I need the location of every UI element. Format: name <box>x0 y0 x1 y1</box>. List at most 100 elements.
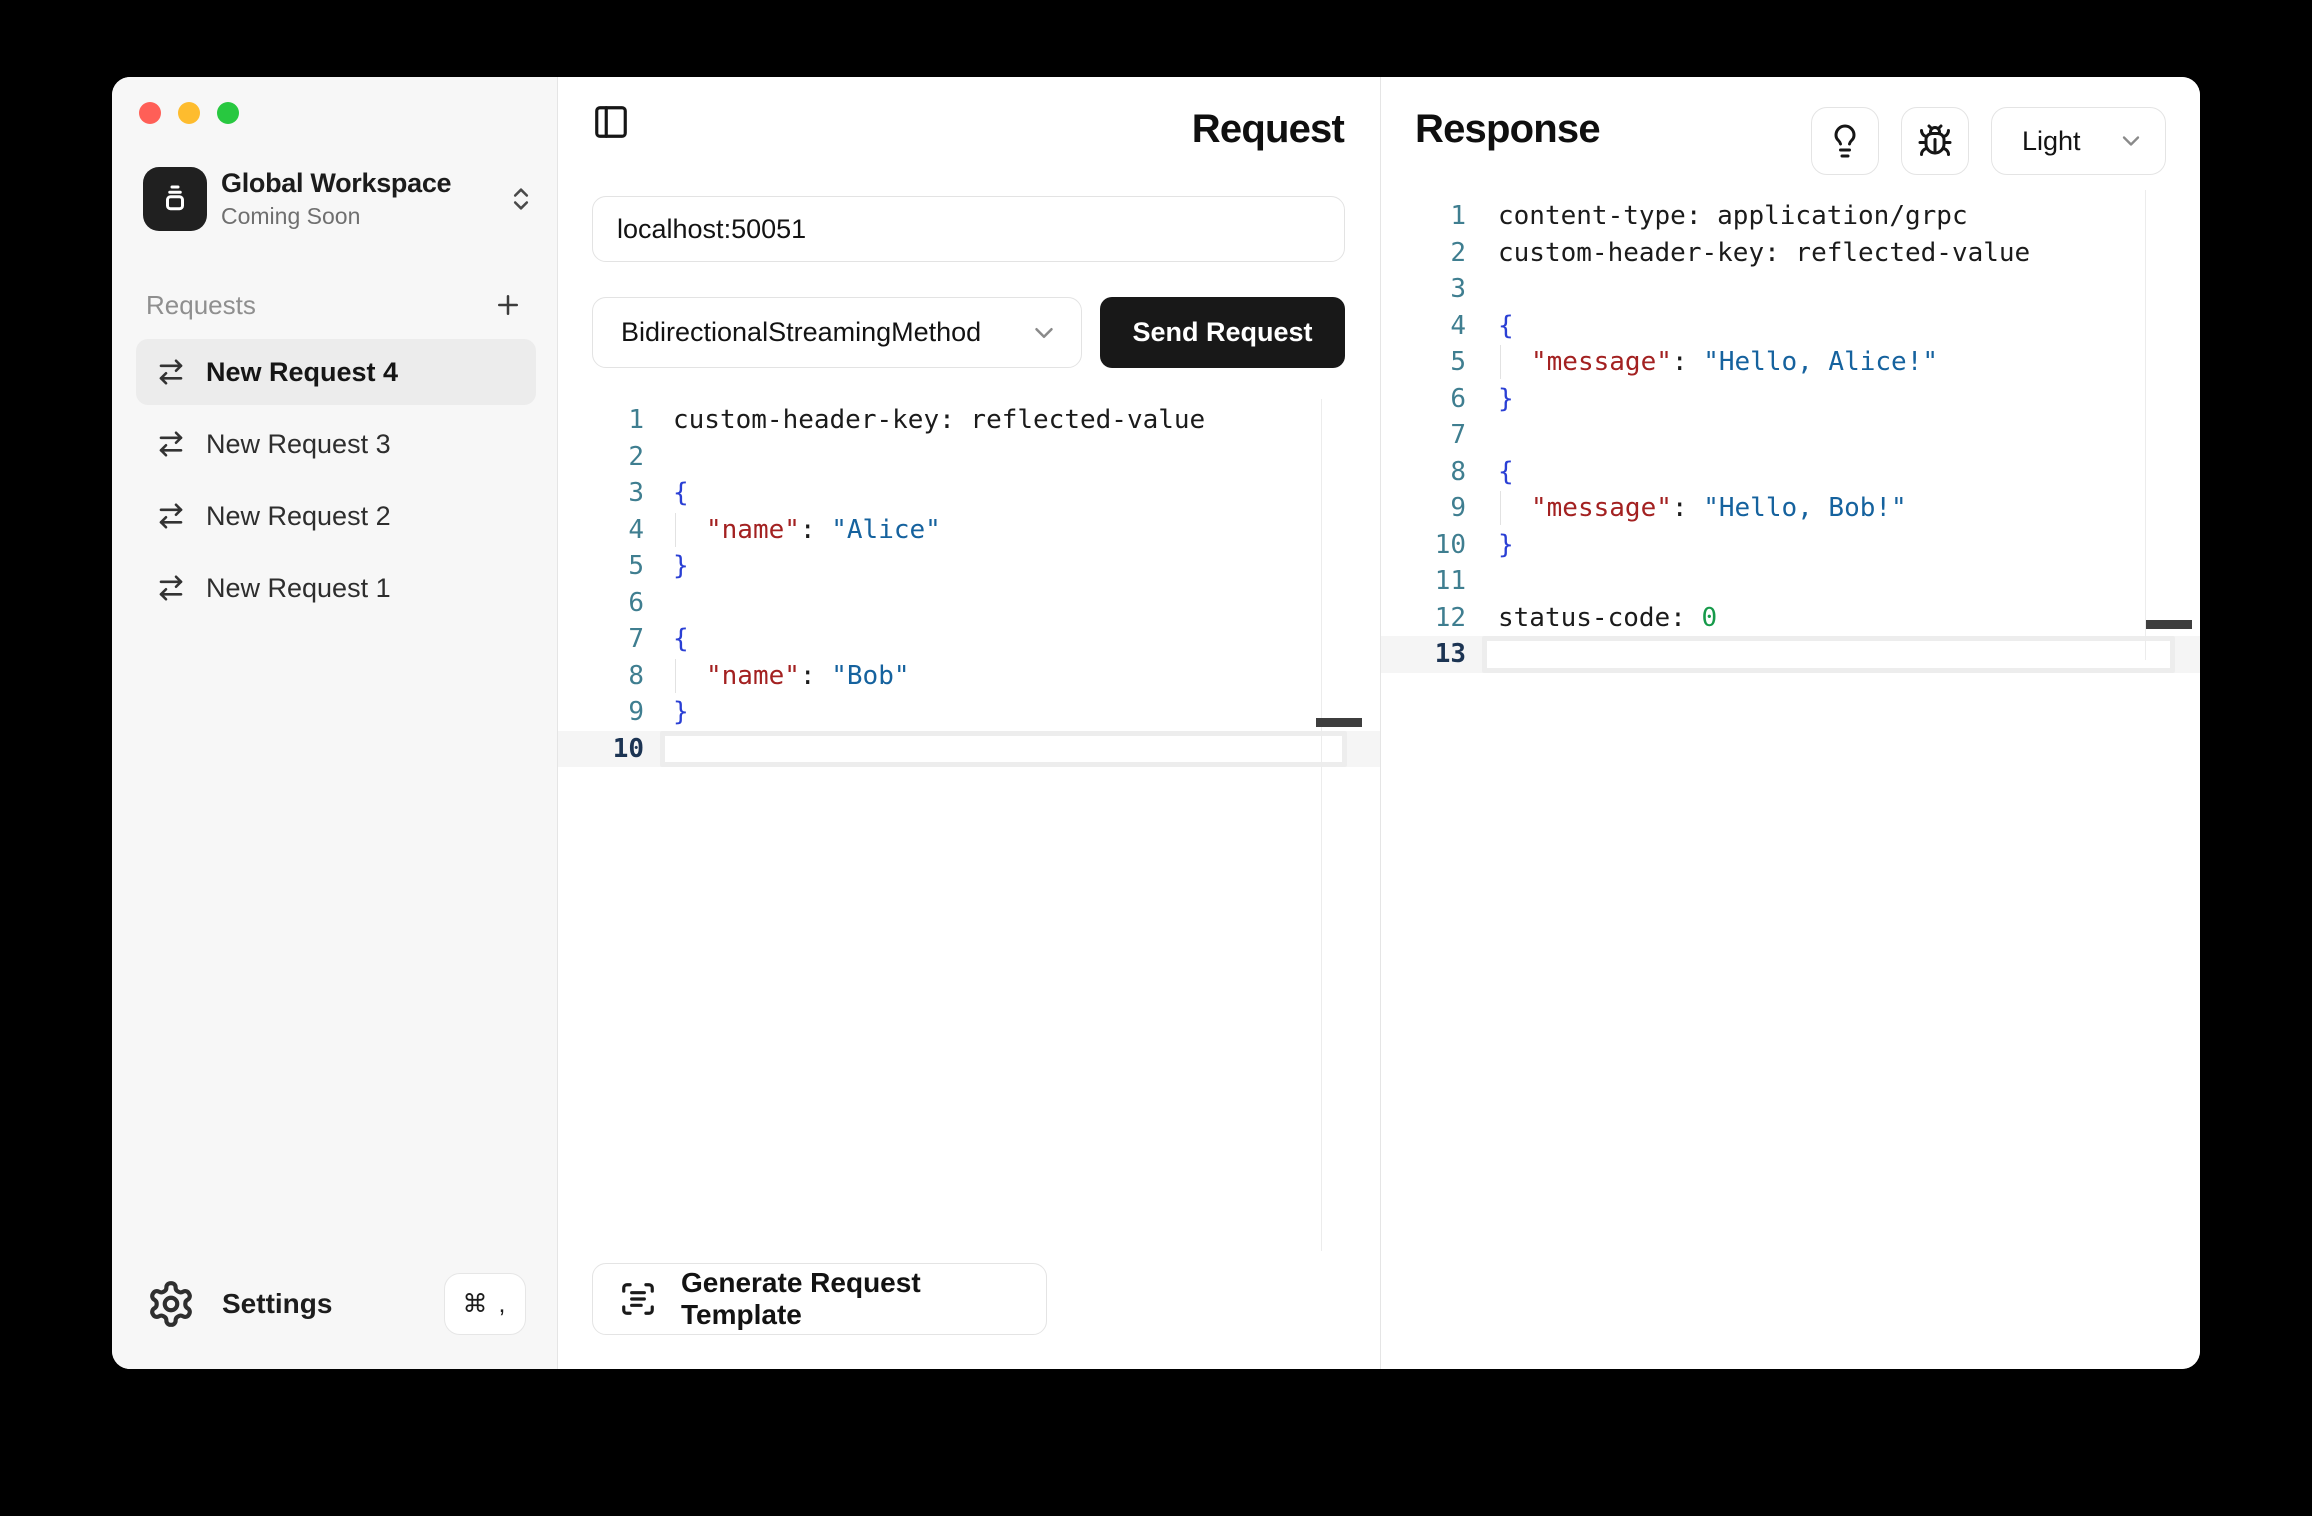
code-line-content: { <box>1482 454 2175 491</box>
workspace-switcher[interactable]: Global Workspace Coming Soon <box>143 167 535 231</box>
line-number: 5 <box>1381 347 1482 377</box>
arrow-right-left-icon <box>156 573 186 603</box>
code-line-content: } <box>660 694 1347 731</box>
generate-template-label: Generate Request Template <box>681 1267 1020 1331</box>
code-line-content <box>660 439 1347 476</box>
code-line-content: content-type: application/grpc <box>1482 198 2175 235</box>
request-list-item[interactable]: New Request 4 <box>136 339 536 405</box>
sidebar-toggle-button[interactable] <box>592 103 630 141</box>
code-line[interactable]: 4"name": "Alice" <box>558 512 1380 549</box>
code-line[interactable]: 11 <box>1381 563 2200 600</box>
request-editor-scrollbar-thumb[interactable] <box>1316 718 1362 727</box>
code-line[interactable]: 10} <box>1381 527 2200 564</box>
chevron-down-icon <box>1029 318 1059 348</box>
code-line[interactable]: 2custom-header-key: reflected-value <box>1381 235 2200 272</box>
line-number: 8 <box>558 661 660 691</box>
settings-button[interactable]: Settings ⌘ , <box>146 1273 526 1335</box>
indent-guide <box>1500 345 1531 379</box>
line-number: 1 <box>558 405 660 435</box>
line-number: 5 <box>558 551 660 581</box>
code-line[interactable]: 3{ <box>558 475 1380 512</box>
hint-button[interactable] <box>1811 107 1879 175</box>
code-line[interactable]: 1content-type: application/grpc <box>1381 198 2200 235</box>
line-number: 6 <box>558 588 660 618</box>
code-line-content: status-code: 0 <box>1482 600 2175 637</box>
request-panel-title: Request <box>1192 107 1344 152</box>
line-number: 9 <box>558 697 660 727</box>
request-editor[interactable]: 1custom-header-key: reflected-value23{4"… <box>558 402 1380 767</box>
request-editor-divider <box>1321 399 1322 1251</box>
arrow-right-left-icon <box>156 501 186 531</box>
indent-guide <box>1500 491 1531 525</box>
code-line[interactable]: 5} <box>558 548 1380 585</box>
sidebar: Global Workspace Coming Soon Requests <box>112 77 558 1369</box>
indent-guide <box>675 513 706 547</box>
code-line[interactable]: 1custom-header-key: reflected-value <box>558 402 1380 439</box>
line-number: 12 <box>1381 603 1482 633</box>
line-number: 13 <box>1381 639 1482 669</box>
code-line[interactable]: 3 <box>1381 271 2200 308</box>
request-item-label: New Request 2 <box>206 501 391 532</box>
code-line-content: custom-header-key: reflected-value <box>1482 235 2175 272</box>
settings-label: Settings <box>222 1288 444 1320</box>
code-line[interactable]: 4{ <box>1381 308 2200 345</box>
theme-dropdown-value: Light <box>2022 126 2117 157</box>
theme-dropdown[interactable]: Light <box>1991 107 2166 175</box>
requests-section-label: Requests <box>146 290 256 321</box>
requests-section-header: Requests <box>146 287 526 323</box>
line-number: 9 <box>1381 493 1482 523</box>
code-line[interactable]: 6} <box>1381 381 2200 418</box>
server-url-input[interactable] <box>592 196 1345 262</box>
generate-template-button[interactable]: Generate Request Template <box>592 1263 1047 1335</box>
template-icon <box>619 1280 657 1318</box>
line-number: 8 <box>1381 457 1482 487</box>
chevrons-up-down-icon <box>507 185 535 213</box>
code-line-content <box>1482 271 2175 308</box>
response-editor[interactable]: 1content-type: application/grpc2custom-h… <box>1381 198 2200 673</box>
gear-icon <box>146 1279 196 1329</box>
code-line[interactable]: 6 <box>558 585 1380 622</box>
code-line[interactable]: 13 <box>1381 636 2200 673</box>
line-number: 1 <box>1381 201 1482 231</box>
request-list-item[interactable]: New Request 1 <box>136 555 536 621</box>
arrow-right-left-icon <box>156 357 186 387</box>
request-list-item[interactable]: New Request 2 <box>136 483 536 549</box>
code-line[interactable]: 7 <box>1381 417 2200 454</box>
line-number: 2 <box>558 442 660 472</box>
code-line[interactable]: 8"name": "Bob" <box>558 658 1380 695</box>
request-list-item[interactable]: New Request 3 <box>136 411 536 477</box>
code-line[interactable]: 9} <box>558 694 1380 731</box>
response-editor-scrollbar-thumb[interactable] <box>2146 620 2192 629</box>
workspace-subtitle: Coming Soon <box>221 203 507 230</box>
code-line[interactable]: 8{ <box>1381 454 2200 491</box>
close-window-button[interactable] <box>139 102 161 124</box>
debug-button[interactable] <box>1901 107 1969 175</box>
line-number: 3 <box>558 478 660 508</box>
code-line-content: custom-header-key: reflected-value <box>660 402 1347 439</box>
chevron-down-icon <box>2117 127 2145 155</box>
minimize-window-button[interactable] <box>178 102 200 124</box>
code-line[interactable]: 9"message": "Hello, Bob!" <box>1381 490 2200 527</box>
workspace-title: Global Workspace <box>221 168 507 199</box>
code-line[interactable]: 12status-code: 0 <box>1381 600 2200 637</box>
line-number: 2 <box>1381 238 1482 268</box>
line-number: 4 <box>1381 311 1482 341</box>
zoom-window-button[interactable] <box>217 102 239 124</box>
line-number: 10 <box>558 734 660 764</box>
lightbulb-icon <box>1827 123 1863 159</box>
code-line[interactable]: 5"message": "Hello, Alice!" <box>1381 344 2200 381</box>
line-number: 10 <box>1381 530 1482 560</box>
response-header-actions: Light <box>1811 107 2166 175</box>
code-line-content: { <box>1482 308 2175 345</box>
line-number: 11 <box>1381 566 1482 596</box>
code-line[interactable]: 2 <box>558 439 1380 476</box>
code-line[interactable]: 10 <box>558 731 1380 768</box>
add-request-button[interactable] <box>490 287 526 323</box>
line-number: 3 <box>1381 274 1482 304</box>
method-dropdown[interactable]: BidirectionalStreamingMethod <box>592 297 1082 368</box>
code-line-content <box>1482 417 2175 454</box>
code-line[interactable]: 7{ <box>558 621 1380 658</box>
code-line-content: } <box>1482 527 2175 564</box>
send-request-button[interactable]: Send Request <box>1100 297 1345 368</box>
method-dropdown-value: BidirectionalStreamingMethod <box>621 317 1029 348</box>
